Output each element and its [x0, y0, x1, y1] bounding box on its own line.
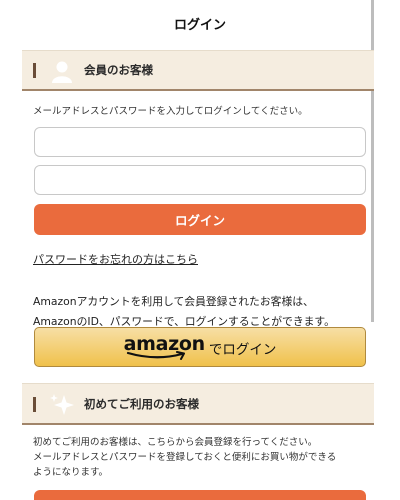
- section-marker: [33, 396, 36, 412]
- login-button[interactable]: ログイン: [34, 204, 366, 235]
- first-time-line: ようになります。: [33, 467, 109, 478]
- member-section-header: 会員のお客様: [22, 50, 374, 91]
- email-input[interactable]: [34, 127, 366, 157]
- forgot-password-link[interactable]: パスワードをお忘れの方はこちら: [33, 251, 198, 267]
- amazon-login-info: Amazonアカウントを利用して会員登録されたお客様は、 AmazonのID、パ…: [33, 292, 335, 332]
- register-button[interactable]: [34, 490, 366, 500]
- password-input[interactable]: [34, 165, 366, 195]
- first-time-section-title: 初めてご利用のお客様: [84, 396, 199, 411]
- login-page: ログイン 会員のお客様 メールアドレスとパスワードを入力してログインしてください…: [0, 0, 400, 500]
- first-time-section-header: 初めてご利用のお客様: [22, 383, 374, 425]
- scrollbar[interactable]: [371, 0, 374, 322]
- first-time-line: メールアドレスとパスワードを登録しておくと便利にお買い物ができる: [33, 452, 337, 463]
- first-time-line: 初めてご利用のお客様は、こちらから会員登録を行ってください。: [33, 437, 318, 448]
- first-time-instructions: 初めてご利用のお客様は、こちらから会員登録を行ってください。 メールアドレスとパ…: [33, 435, 336, 480]
- amazon-info-line: Amazonアカウントを利用して会員登録されたお客様は、: [33, 295, 314, 308]
- member-instructions: メールアドレスとパスワードを入力してログインしてください。: [33, 106, 308, 117]
- user-silhouette-icon: [50, 59, 74, 87]
- amazon-smile-icon: [126, 351, 185, 360]
- member-section-title: 会員のお客様: [84, 63, 153, 77]
- sparkle-icon: [49, 392, 75, 422]
- section-marker: [33, 63, 36, 78]
- amazon-login-button[interactable]: amazon でログイン: [34, 327, 366, 367]
- amazon-logo: amazon: [124, 333, 205, 361]
- page-title: ログイン: [173, 18, 226, 33]
- amazon-login-suffix: でログイン: [208, 342, 277, 358]
